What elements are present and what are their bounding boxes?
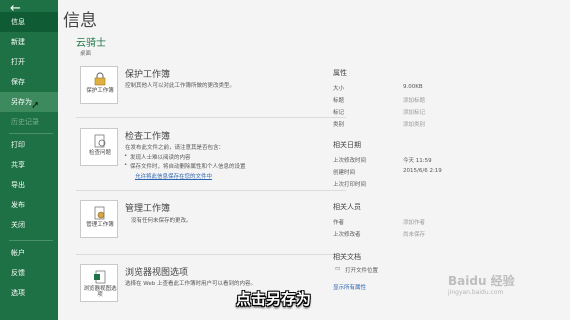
browser-view-options-button[interactable]: 浏览器视图选项 (80, 264, 118, 302)
property-key: 类别 (333, 122, 345, 128)
date-key: 上次修改时间 (333, 158, 367, 164)
nav-account[interactable]: 帐户 (0, 243, 58, 263)
document-name: 云骑士 (76, 38, 106, 49)
inspect-bullet: 保存文件时，将自动删除属性和个人信息的设置 (124, 162, 245, 170)
nav-open[interactable]: 打开 (0, 52, 58, 72)
inspect-workbook-desc: 在发布此文件之前，请注意其是否包含： (125, 145, 225, 151)
baidu-watermark: Baidu 经验 jingyan.baidu.com (448, 272, 515, 296)
nav-info[interactable]: 信息 (0, 12, 58, 32)
backstage-sidebar: ← 信息 新建 打开 保存 另存为 历史记录 打印 共享 导出 发布 关闭 帐户… (0, 0, 58, 320)
nav-history[interactable]: 历史记录 (0, 112, 58, 132)
show-all-properties-link[interactable]: 显示所有属性 (333, 283, 366, 291)
folder-icon: ▭ (335, 266, 341, 272)
date-key: 上次打印时间 (333, 182, 367, 188)
nav-feedback[interactable]: 反馈 (0, 263, 58, 283)
lock-icon (94, 72, 106, 86)
inspect-workbook-title: 检查工作簿 (125, 132, 171, 142)
document-check-icon (94, 134, 106, 148)
tutorial-caption: 点击另存为 (236, 290, 312, 308)
nav-publish[interactable]: 发布 (0, 195, 58, 215)
nav-share[interactable]: 共享 (0, 155, 58, 175)
people-value[interactable]: 添加作者 (403, 218, 425, 226)
property-value: 9.00KB (403, 84, 423, 90)
property-value[interactable]: 添加标题 (403, 96, 425, 104)
section-divider (76, 190, 346, 191)
property-key: 标记 (333, 110, 345, 116)
nav-divider (9, 240, 53, 241)
date-value: 2015/6/6 2:19 (403, 168, 442, 174)
protect-workbook-desc: 控制其他人可以对此工作簿所做的更改类型。 (125, 83, 236, 89)
manage-workbook-button-label: 管理工作簿 (86, 222, 114, 228)
related-dates-header: 相关日期 (333, 141, 361, 149)
watermark-main: Baidu 经验 (448, 274, 515, 288)
inspect-bullet: 发现人士难以阅读的内容 (124, 153, 190, 161)
nav-options[interactable]: 选项 (0, 283, 58, 303)
protect-workbook-button-label: 保护工作簿 (86, 88, 114, 94)
excel-browser-icon (94, 270, 106, 284)
date-key: 创建时间 (333, 170, 356, 176)
nav-export[interactable]: 导出 (0, 175, 58, 195)
browser-view-options-title: 浏览器视图选项 (125, 268, 189, 278)
property-key: 大小 (333, 86, 345, 92)
manage-workbook-button[interactable]: 管理工作簿 (80, 200, 118, 238)
date-value: 今天 11:59 (403, 158, 432, 164)
nav-new[interactable]: 新建 (0, 32, 58, 52)
property-key: 标题 (333, 98, 345, 104)
people-key: 作者 (333, 220, 345, 226)
manage-document-icon (94, 206, 105, 220)
nav-save[interactable]: 保存 (0, 72, 58, 92)
nav-divider (9, 133, 53, 134)
page-title: 信息 (63, 11, 97, 31)
manage-workbook-title: 管理工作簿 (125, 204, 171, 214)
property-value[interactable]: 添加标记 (403, 108, 425, 116)
browser-view-options-button-label: 浏览器视图选项 (83, 286, 117, 298)
browser-view-options-desc: 选择在 Web 上查看此工作簿时用户可以看到的内容。 (125, 281, 256, 287)
people-value: 尚未保存 (403, 232, 426, 238)
check-issues-button-label: 检查问题 (88, 150, 111, 156)
protect-workbook-title: 保护工作簿 (125, 70, 171, 80)
open-file-location-link[interactable]: 打开文件位置 (345, 266, 378, 274)
properties-header[interactable]: 属性 (333, 68, 347, 78)
manage-workbook-desc: 没有任何未保存的更改。 (131, 218, 192, 224)
related-docs-header: 相关文档 (333, 253, 361, 261)
nav-save-as[interactable]: 另存为 (0, 92, 58, 112)
mouse-cursor-icon: ➚ (31, 100, 40, 111)
watermark-sub: jingyan.baidu.com (448, 289, 504, 296)
section-divider (76, 117, 346, 118)
allow-save-info-link[interactable]: 允许将此信息保存在您的文件中 (135, 172, 212, 180)
section-divider (76, 254, 346, 255)
people-key: 上次修改者 (333, 232, 361, 238)
related-people-header: 相关人员 (333, 203, 361, 211)
nav-close[interactable]: 关闭 (0, 215, 58, 235)
check-issues-button[interactable]: 检查问题 (80, 128, 118, 166)
protect-workbook-button[interactable]: 保护工作簿 (80, 66, 118, 104)
property-value[interactable]: 添加类别 (403, 120, 425, 128)
document-path: 桌面 (80, 51, 92, 57)
nav-print[interactable]: 打印 (0, 135, 58, 155)
